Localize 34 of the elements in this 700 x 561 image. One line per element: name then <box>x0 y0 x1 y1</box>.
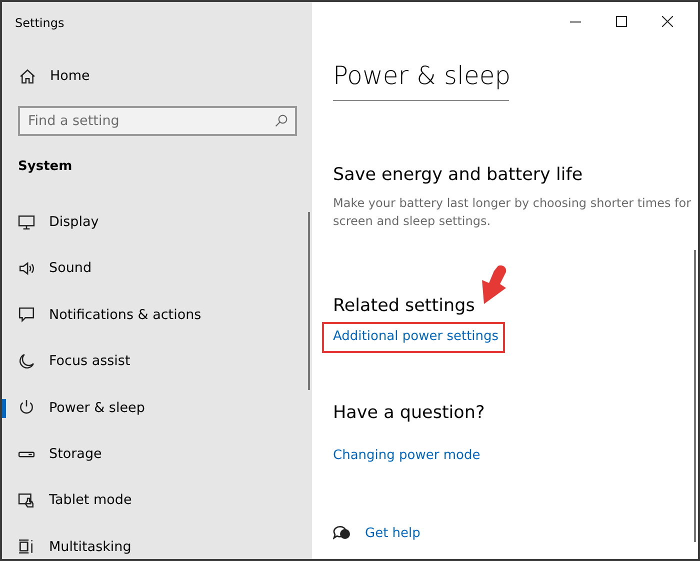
home-link[interactable]: Home <box>50 66 90 86</box>
get-help-link[interactable]: Get help <box>365 524 420 543</box>
sidebar-item[interactable]: Notifications & actions <box>2 292 302 338</box>
close-icon <box>662 16 672 26</box>
moon-icon <box>18 352 35 370</box>
window-title: Settings <box>15 15 64 32</box>
home-icon <box>19 68 36 85</box>
speech-bubble-icon <box>18 306 35 324</box>
section-heading: System <box>18 158 72 176</box>
maximize-icon <box>616 16 626 26</box>
help-chat-icon <box>333 525 351 542</box>
search-icon <box>274 114 288 128</box>
sidebar-item[interactable]: Focus assist <box>2 338 302 385</box>
monitor-icon <box>18 214 35 231</box>
search-field[interactable]: Find a setting <box>18 106 297 136</box>
sidebar-item[interactable]: Storage <box>2 430 302 478</box>
section-heading: Related settings <box>333 296 476 317</box>
sidebar-item[interactable]: Display <box>2 199 302 246</box>
sidebar-item[interactable]: Power & sleep <box>2 384 302 431</box>
description-text: Make your battery last longer by choosing shorter times for screen and sleep settings. <box>333 195 692 230</box>
power-icon <box>18 399 35 416</box>
sidebar-item[interactable]: Multitasking <box>2 524 302 559</box>
scrollbar[interactable] <box>694 250 696 542</box>
speaker-icon <box>18 260 35 278</box>
link[interactable]: Changing power mode <box>333 446 480 465</box>
page-title: Power & sleep <box>333 57 509 100</box>
sidebar-item[interactable]: Tablet mode <box>2 477 302 524</box>
section-heading: Have a question? <box>333 402 486 424</box>
multitasking-icon <box>18 538 35 556</box>
section-heading: Save energy and battery life <box>333 165 584 186</box>
sidebar-item[interactable]: Sound <box>2 245 302 292</box>
scrollbar[interactable] <box>308 212 310 390</box>
tablet-icon <box>18 492 35 510</box>
link[interactable]: Additional power settings <box>324 324 503 350</box>
